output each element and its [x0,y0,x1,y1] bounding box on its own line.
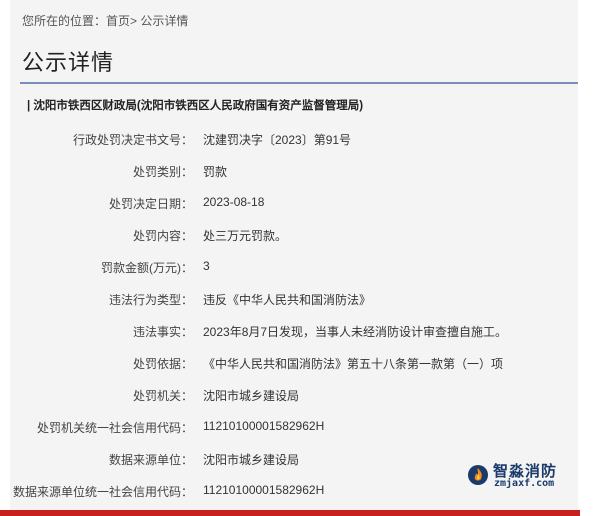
field-value: 11210100001582962H [203,419,325,433]
field-value: 2023-08-18 [203,195,265,209]
breadcrumb: 您所在的位置：首页> 公示详情 [22,12,188,29]
breadcrumb-separator: > [130,14,138,28]
field-violation-type: 违法行为类型： 违反《中华人民共和国消防法》 [0,291,580,311]
watermark-logo: 智淼消防 zmjaxf.com [467,460,575,490]
field-value: 沈建罚决字〔2023〕第91号 [203,133,352,147]
field-label: 罚款金额(万元)： [101,261,193,275]
field-label: 处罚机关： [132,389,193,403]
bottom-accent-bar [0,510,580,516]
field-label: 行政处罚决定书文号： [72,133,193,147]
field-value: 处三万元罚款。 [203,229,288,243]
field-authority-credit-code: 处罚机关统一社会信用代码： 11210100001582962H [0,419,580,439]
field-value: 违反《中华人民共和国消防法》 [203,293,372,307]
field-value: 罚款 [203,165,228,179]
page-title: 公示详情 [22,50,115,75]
field-label: 处罚依据： [132,357,193,371]
breadcrumb-current: 公示详情 [140,14,189,28]
field-label: 处罚决定日期： [108,197,193,211]
field-violation-facts: 违法事实： 2023年8月7日发现，当事人未经消防设计审查擅自施工。 [0,323,580,343]
field-penalty-category: 处罚类别： 罚款 [0,163,580,183]
field-value: 沈阳市城乡建设局 [203,453,300,467]
field-value: 沈阳市城乡建设局 [203,389,300,403]
organization-name: | 沈阳市铁西区财政局(沈阳市铁西区人民政府国有资产监督管理局) [27,100,364,112]
field-value: 《中华人民共和国消防法》第五十八条第一款第（一）项 [203,357,504,371]
field-label: 数据来源单位： [108,453,193,467]
field-decision-date: 处罚决定日期： 2023-08-18 [0,195,580,215]
breadcrumb-prefix: 您所在的位置： [22,14,107,28]
field-label: 处罚类别： [132,165,193,179]
field-label: 数据来源单位统一社会信用代码： [12,485,193,499]
title-divider [20,82,578,84]
field-fine-amount: 罚款金额(万元)： 3 [0,259,580,279]
field-penalty-authority: 处罚机关： 沈阳市城乡建设局 [0,387,580,407]
field-value: 2023年8月7日发现，当事人未经消防设计审查擅自施工。 [203,325,508,339]
field-value: 11210100001582962H [203,483,325,497]
flame-logo-icon [468,465,488,485]
field-label: 违法事实： [132,325,193,339]
watermark-domain: zmjaxf.com [494,478,555,489]
field-value: 3 [203,259,210,273]
field-decision-number: 行政处罚决定书文号： 沈建罚决字〔2023〕第91号 [0,131,580,151]
field-label: 处罚内容： [132,229,193,243]
field-penalty-content: 处罚内容： 处三万元罚款。 [0,227,580,247]
field-label: 处罚机关统一社会信用代码： [36,421,193,435]
field-label: 违法行为类型： [108,293,193,307]
field-penalty-basis: 处罚依据： 《中华人民共和国消防法》第五十八条第一款第（一）项 [0,355,580,375]
breadcrumb-home-link[interactable]: 首页 [106,14,130,28]
